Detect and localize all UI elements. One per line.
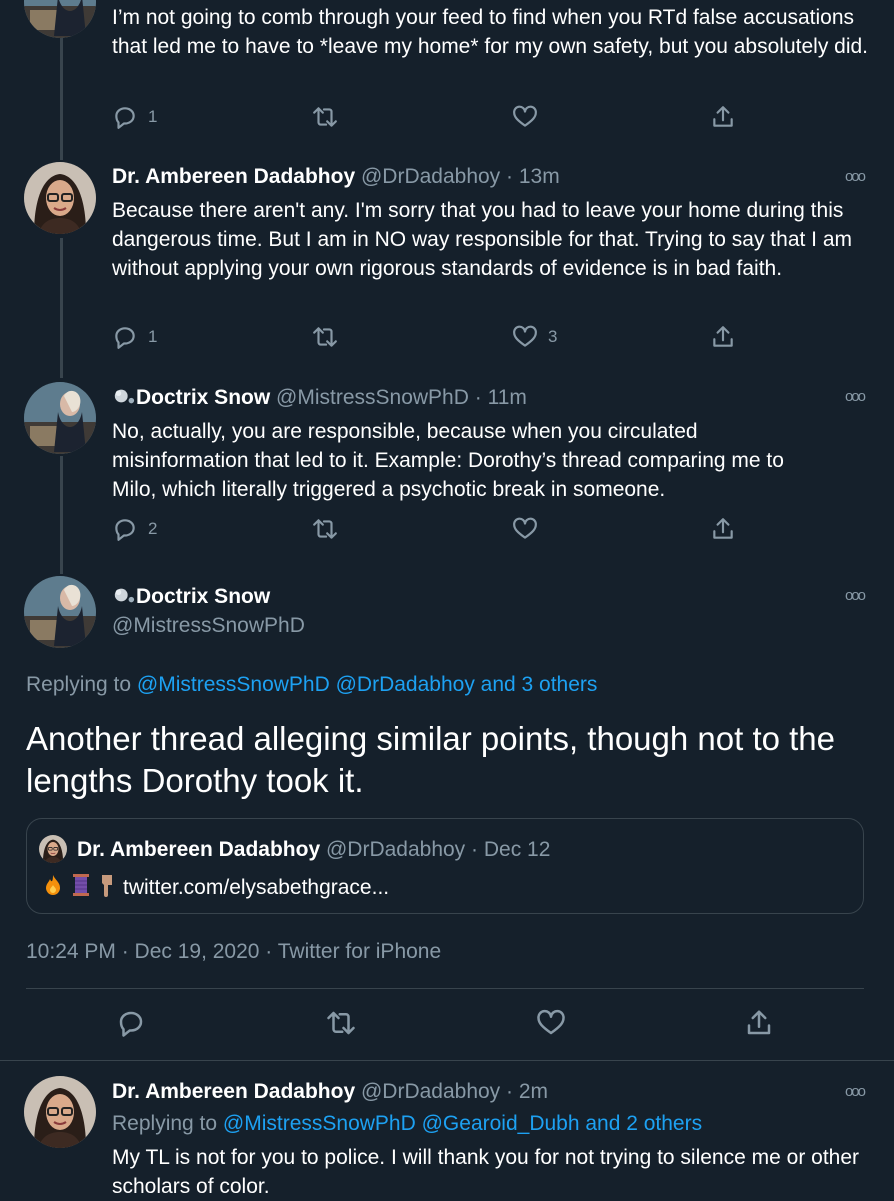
quoted-header: Dr. Ambereen Dadabhoy @DrDadabhoy · Dec … — [77, 838, 550, 862]
tweet-actions: 2 — [112, 516, 752, 552]
reply-icon — [112, 516, 138, 542]
tweet-timestamp[interactable]: 10:24 PM · Dec 19, 2020 · Twitter for iP… — [26, 940, 441, 964]
reply-button[interactable] — [116, 1008, 146, 1038]
quoted-display-name: Dr. Ambereen Dadabhoy — [77, 838, 321, 861]
share-icon — [710, 324, 736, 350]
snowflake-icon — [112, 385, 136, 413]
avatar[interactable] — [24, 162, 96, 234]
quoted-time: · Dec 12 — [471, 838, 551, 861]
handle[interactable]: @MistressSnowPhD — [112, 614, 305, 638]
replying-to-users[interactable]: @MistressSnowPhD @DrDadabhoy and 3 other… — [137, 673, 598, 696]
spool-emoji-icon — [71, 873, 91, 903]
reply-icon — [112, 104, 138, 130]
like-icon — [512, 324, 538, 350]
retweet-icon — [312, 516, 338, 542]
more-icon[interactable]: ooo — [845, 1083, 866, 1100]
display-name[interactable]: Doctrix Snow — [136, 585, 270, 608]
thread-connector-line — [60, 456, 63, 574]
replying-to: Replying to @MistressSnowPhD @Gearoid_Du… — [112, 1112, 702, 1136]
like-button[interactable] — [512, 104, 538, 130]
share-button[interactable] — [744, 1008, 774, 1038]
reply-icon — [112, 324, 138, 350]
snowflake-icon — [112, 584, 136, 612]
section-divider — [0, 1060, 894, 1061]
quoted-link[interactable]: twitter.com/elysabethgrace... — [123, 876, 389, 900]
like-button[interactable] — [536, 1008, 566, 1038]
share-button[interactable] — [710, 516, 736, 542]
display-name[interactable]: Doctrix Snow — [136, 386, 270, 409]
retweet-button[interactable] — [312, 324, 338, 350]
replying-to-label: Replying to — [26, 673, 132, 696]
like-button[interactable]: 3 — [512, 324, 557, 350]
quoted-body: twitter.com/elysabethgrace... — [41, 873, 389, 903]
display-name[interactable]: Dr. Ambereen Dadabhoy — [112, 165, 355, 188]
more-icon[interactable]: ooo — [845, 587, 866, 604]
handle[interactable]: @MistressSnowPhD — [276, 386, 469, 409]
avatar[interactable] — [24, 576, 96, 648]
avatar[interactable] — [24, 1076, 96, 1148]
timestamp[interactable]: · 11m — [475, 386, 527, 409]
like-count: 3 — [548, 327, 558, 346]
tweet-header: Doctrix Snow — [112, 584, 270, 612]
tweet-actions: 1 — [112, 104, 752, 140]
display-name[interactable]: Dr. Ambereen Dadabhoy — [112, 1080, 355, 1103]
timestamp[interactable]: · 2m — [506, 1080, 548, 1103]
share-icon — [744, 1008, 774, 1038]
main-tweet-actions — [116, 1008, 786, 1044]
handle[interactable]: @DrDadabhoy — [361, 165, 500, 188]
avatar[interactable] — [24, 382, 96, 454]
share-button[interactable] — [710, 324, 736, 350]
retweet-button[interactable] — [312, 516, 338, 542]
main-tweet-text: Another thread alleging similar points, … — [26, 720, 836, 799]
tweet-text: No, actually, you are responsible, becau… — [112, 420, 784, 501]
timestamp[interactable]: · 13m — [506, 165, 560, 188]
timestamp-divider — [26, 988, 864, 989]
retweet-icon — [326, 1008, 356, 1038]
share-icon — [710, 104, 736, 130]
like-button[interactable] — [512, 516, 538, 542]
like-icon — [512, 516, 538, 542]
retweet-icon — [312, 104, 338, 130]
quoted-tweet[interactable]: Dr. Ambereen Dadabhoy @DrDadabhoy · Dec … — [26, 818, 864, 914]
tweet-text: My TL is not for you to police. I will t… — [112, 1146, 860, 1198]
quoted-handle: @DrDadabhoy — [325, 838, 466, 861]
replying-to: Replying to @MistressSnowPhD @DrDadabhoy… — [26, 673, 597, 697]
avatar[interactable] — [24, 0, 96, 38]
like-icon — [536, 1008, 566, 1038]
replying-to-label: Replying to — [112, 1112, 218, 1135]
tweet-header: Dr. Ambereen Dadabhoy @DrDadabhoy · 13m — [112, 165, 560, 189]
tweet-header: Dr. Ambereen Dadabhoy @DrDadabhoy · 2m — [112, 1080, 548, 1104]
replying-to-users[interactable]: @MistressSnowPhD @Gearoid_Dubh and 2 oth… — [223, 1112, 702, 1135]
handle[interactable]: @DrDadabhoy — [361, 1080, 500, 1103]
tweet-header: Doctrix Snow @MistressSnowPhD · 11m — [112, 385, 527, 413]
quoted-avatar — [39, 835, 67, 863]
fire-emoji-icon — [41, 873, 65, 903]
more-icon[interactable]: ooo — [845, 388, 866, 405]
retweet-button[interactable] — [312, 104, 338, 130]
reply-button[interactable]: 1 — [112, 104, 157, 130]
share-icon — [710, 516, 736, 542]
retweet-button[interactable] — [326, 1008, 356, 1038]
tweet-text: Because there aren't any. I'm sorry that… — [112, 199, 853, 280]
reply-count: 2 — [148, 519, 158, 538]
reply-button[interactable]: 1 — [112, 324, 157, 350]
reply-icon — [116, 1008, 146, 1038]
retweet-icon — [312, 324, 338, 350]
share-button[interactable] — [710, 104, 736, 130]
reply-button[interactable]: 2 — [112, 516, 157, 542]
like-icon — [512, 104, 538, 130]
reply-count: 1 — [148, 107, 158, 126]
tweet-actions: 1 3 — [112, 324, 752, 360]
pointing-down-emoji-icon — [97, 873, 117, 903]
reply-count: 1 — [148, 327, 158, 346]
tweet-text: I’m not going to comb through your feed … — [112, 6, 869, 58]
thread-connector-line — [60, 238, 63, 378]
more-icon[interactable]: ooo — [845, 168, 866, 185]
